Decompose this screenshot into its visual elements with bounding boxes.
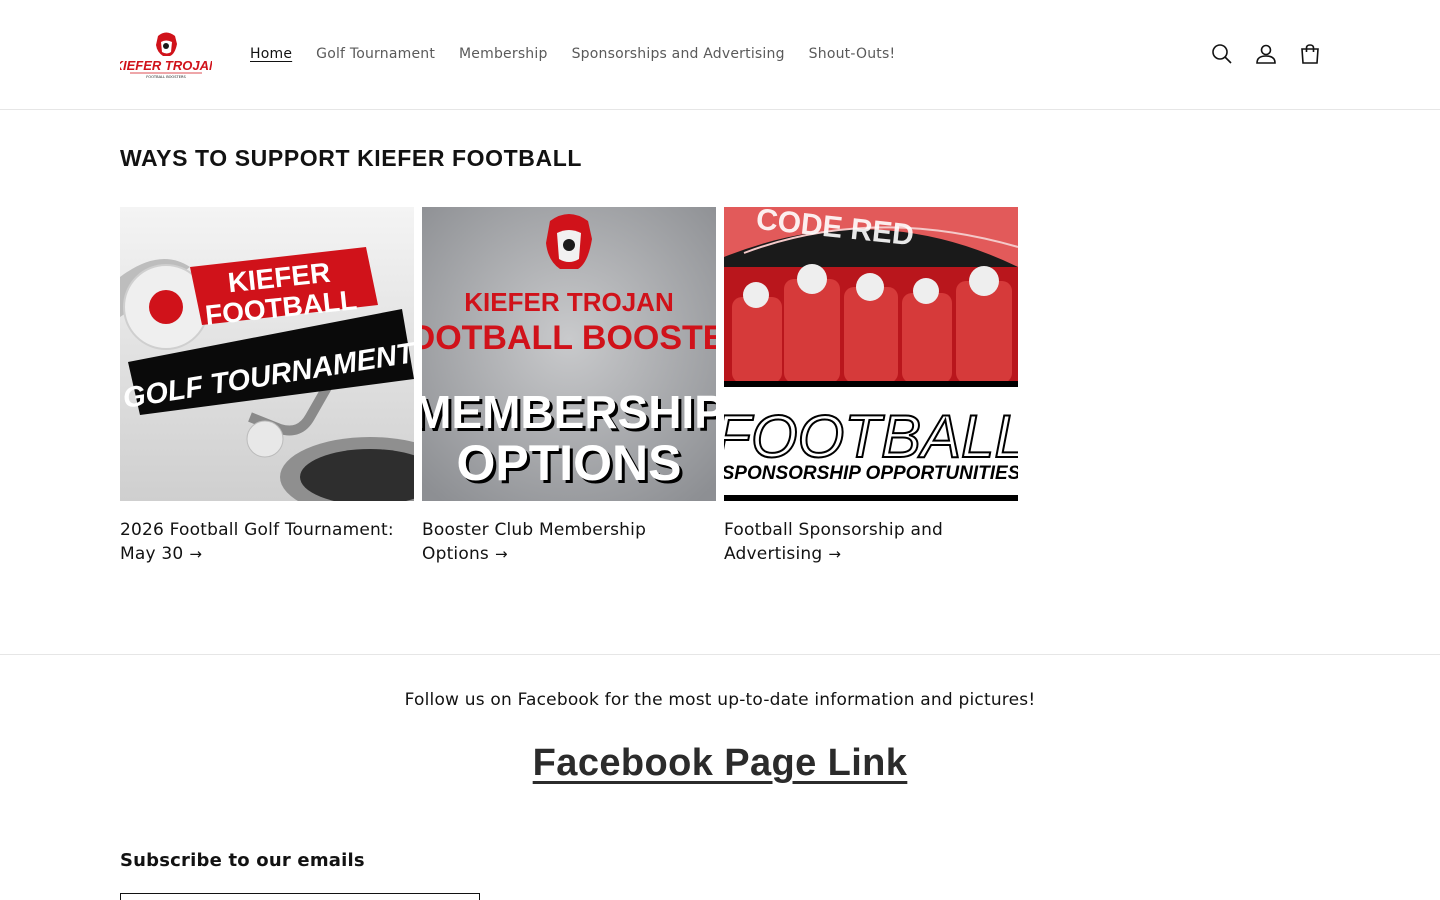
search-icon[interactable] bbox=[1200, 32, 1244, 76]
membership-line1: KIEFER TROJAN bbox=[464, 287, 673, 317]
card-golf-title-text: 2026 Football Golf Tournament: May 30 bbox=[120, 520, 394, 564]
cart-icon[interactable] bbox=[1288, 32, 1332, 76]
sponsor-line2: SPONSORSHIP OPPORTUNITIES bbox=[724, 463, 1018, 484]
nav-sponsorships[interactable]: Sponsorships and Advertising bbox=[560, 42, 797, 66]
arrow-right-icon: → bbox=[828, 545, 842, 563]
site-logo[interactable]: KIEFER TROJAN FOOTBALL BOOSTERS bbox=[114, 30, 219, 80]
card-golf-tournament[interactable]: KIEFER FOOTBALL GOLF TOURNAMENT 2026 Foo… bbox=[120, 207, 414, 566]
card-membership-image[interactable]: KIEFER TROJAN FOOTBALL BOOSTER MEMBERSHI… bbox=[422, 207, 716, 501]
card-membership[interactable]: KIEFER TROJAN FOOTBALL BOOSTER MEMBERSHI… bbox=[422, 207, 716, 566]
card-membership-title[interactable]: Booster Club Membership Options → bbox=[422, 518, 716, 566]
email-input[interactable] bbox=[120, 893, 480, 900]
membership-line2: FOOTBALL BOOSTER bbox=[422, 319, 716, 357]
subscribe-title: Subscribe to our emails bbox=[120, 850, 365, 871]
main-nav: Home Golf Tournament Membership Sponsors… bbox=[238, 42, 907, 66]
membership-line3: MEMBERSHIP bbox=[422, 386, 716, 438]
header-icons bbox=[1200, 32, 1332, 76]
membership-line4: OPTIONS bbox=[456, 435, 681, 491]
facebook-follow-text: Follow us on Facebook for the most up-to… bbox=[404, 690, 1036, 710]
card-golf-image[interactable]: KIEFER FOOTBALL GOLF TOURNAMENT bbox=[120, 207, 414, 501]
site-header: KIEFER TROJAN FOOTBALL BOOSTERS Home Gol… bbox=[0, 0, 1440, 110]
card-sponsorship-title[interactable]: Football Sponsorship and Advertising → bbox=[724, 518, 1018, 566]
arrow-right-icon: → bbox=[495, 545, 508, 563]
account-icon[interactable] bbox=[1244, 32, 1288, 76]
nav-golf-tournament[interactable]: Golf Tournament bbox=[304, 42, 447, 66]
facebook-page-link[interactable]: Facebook Page Link bbox=[533, 742, 908, 784]
arrow-right-icon: → bbox=[189, 545, 203, 563]
logo-text: KIEFER TROJAN bbox=[120, 58, 212, 73]
sponsor-line1: FOOTBALL bbox=[724, 403, 1018, 470]
logo-subtext: FOOTBALL BOOSTERS bbox=[146, 75, 186, 79]
nav-home[interactable]: Home bbox=[238, 42, 304, 66]
section-title: WAYS TO SUPPORT KIEFER FOOTBALL bbox=[120, 145, 583, 171]
nav-membership[interactable]: Membership bbox=[447, 42, 560, 66]
support-cards: KIEFER FOOTBALL GOLF TOURNAMENT 2026 Foo… bbox=[120, 207, 1018, 566]
card-sponsorship[interactable]: CODE RED FOOTBALL SPONSORSHIP OPPORTUNIT… bbox=[724, 207, 1018, 566]
nav-shout-outs[interactable]: Shout-Outs! bbox=[797, 42, 908, 66]
card-golf-title[interactable]: 2026 Football Golf Tournament: May 30 → bbox=[120, 518, 414, 566]
card-membership-title-text: Booster Club Membership Options bbox=[422, 520, 647, 564]
card-sponsorship-image[interactable]: CODE RED FOOTBALL SPONSORSHIP OPPORTUNIT… bbox=[724, 207, 1018, 501]
facebook-link-wrap: Facebook Page Link bbox=[0, 742, 1440, 785]
footer-divider bbox=[0, 654, 1440, 655]
